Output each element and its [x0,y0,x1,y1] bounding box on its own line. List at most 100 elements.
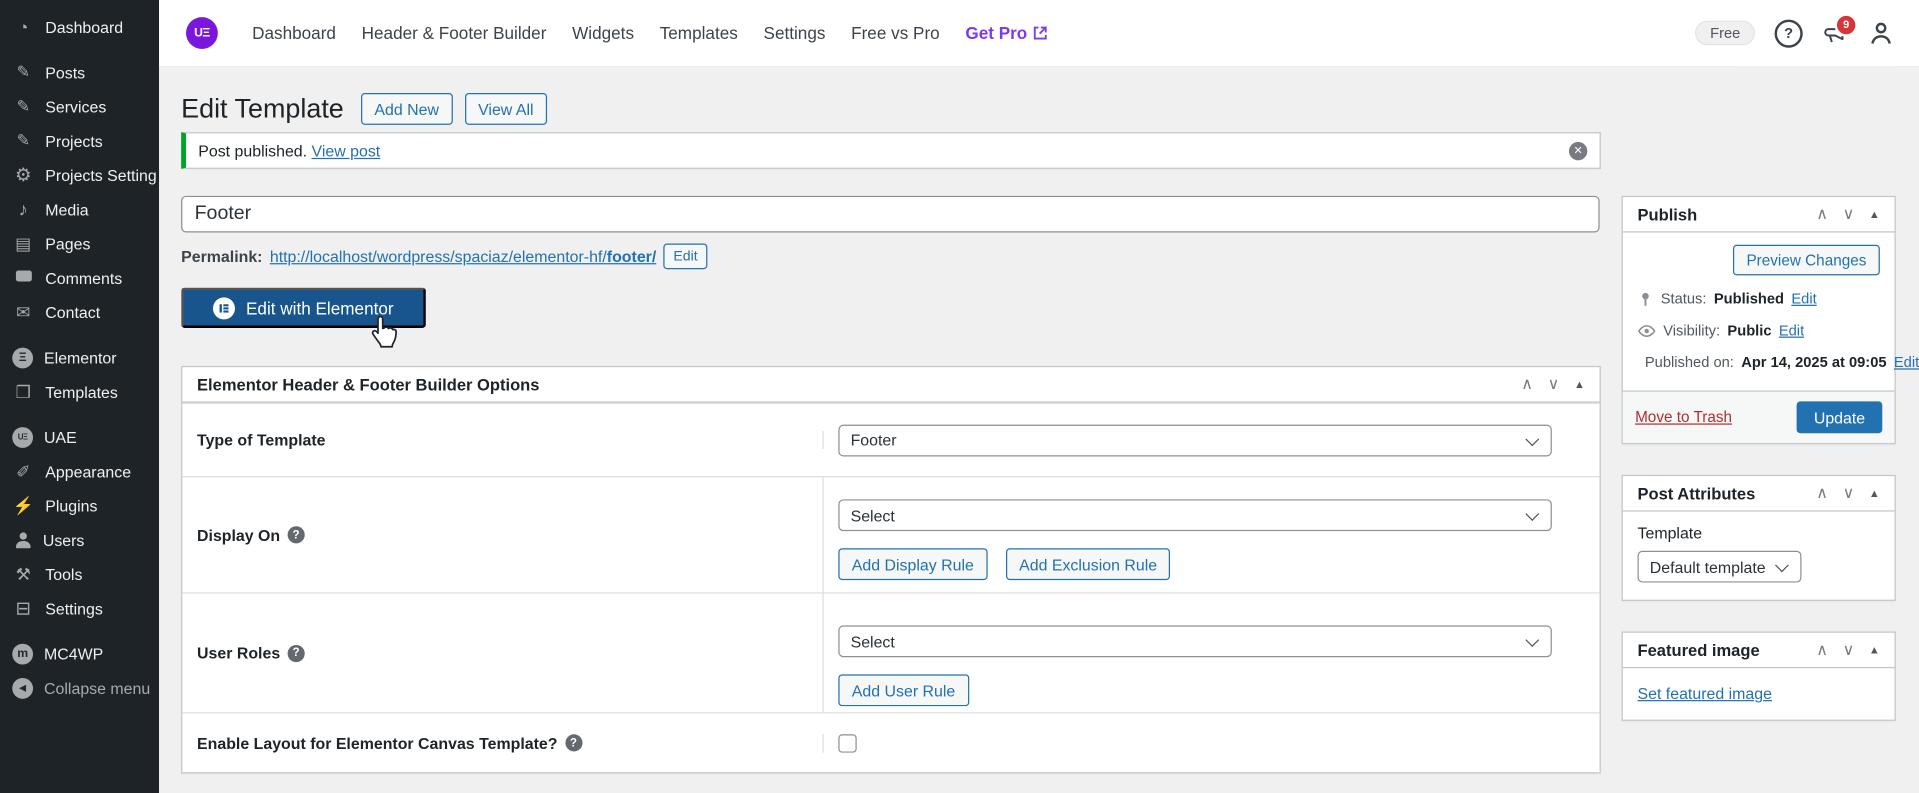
edit-with-elementor-label: Edit with Elementor [246,298,394,318]
post-published-notice: Post published. View post ✕ [181,132,1601,169]
sidebar-item-projects-setting[interactable]: Projects Setting [0,158,159,192]
sidebar-item-elementor[interactable]: Elementor [0,340,159,374]
sidebar-separator [0,44,159,55]
toggle-panel-icon[interactable] [1869,644,1880,656]
notice-text: Post published. [198,141,307,159]
sidebar-item-comments[interactable]: Comments [0,261,159,295]
topnav-header-footer-builder[interactable]: Header & Footer Builder [362,23,547,43]
sidebar-item-label: Contact [45,303,100,321]
gear-icon [12,164,34,186]
status-pin-icon [1638,291,1654,307]
toggle-panel-icon[interactable] [1574,378,1585,390]
permalink-link[interactable]: http://localhost/wordpress/spaciaz/eleme… [270,247,656,265]
sidebar-item-services[interactable]: Services [0,89,159,123]
get-pro-link[interactable]: Get Pro [965,23,1048,43]
content-area: Edit Template Add New View All Post publ… [159,66,1919,793]
preview-changes-button[interactable]: Preview Changes [1733,245,1880,276]
move-up-icon[interactable] [1816,640,1828,660]
display-on-select[interactable]: Select [838,499,1552,531]
settings-icon [12,597,34,619]
page-template-select[interactable]: Default template [1638,551,1802,583]
topnav-templates[interactable]: Templates [660,23,738,43]
add-exclusion-rule-button[interactable]: Add Exclusion Rule [1006,548,1171,580]
canvas-template-checkbox[interactable] [838,734,856,752]
move-to-trash-link[interactable]: Move to Trash [1635,409,1732,426]
canvas-template-row: Enable Layout for Elementor Canvas Templ… [182,712,1599,772]
move-down-icon[interactable] [1548,374,1560,394]
sidebar-item-templates[interactable]: Templates [0,374,159,408]
help-icon[interactable]: ? [1775,19,1803,47]
sidebar-item-settings[interactable]: Settings [0,591,159,625]
panel-title: Post Attributes [1638,484,1756,502]
sidebar-item-label: Users [43,531,85,549]
sidebar-item-label: Media [45,200,88,218]
sidebar-item-mc4wp[interactable]: MC4WP [0,636,159,670]
sidebar-item-label: Settings [45,599,103,617]
topbar-right: Free ? 9 [1695,19,1919,47]
featured-image-header[interactable]: Featured image [1623,633,1895,668]
add-display-rule-button[interactable]: Add Display Rule [838,548,987,580]
move-up-icon[interactable] [1816,204,1828,224]
edit-with-elementor-button[interactable]: Edit with Elementor [181,288,425,328]
topnav-dashboard[interactable]: Dashboard [252,23,336,43]
edit-published-link[interactable]: Edit [1894,354,1919,371]
sidebar-separator [0,625,159,636]
sidebar-item-uae[interactable]: UAE [0,420,159,454]
help-icon[interactable] [288,526,305,543]
page-header: Edit Template Add New View All [181,91,1601,128]
move-up-icon[interactable] [1521,374,1533,394]
publish-panel-header[interactable]: Publish [1623,197,1895,232]
sidebar-item-label: Services [45,97,106,115]
edit-permalink-button[interactable]: Edit [664,244,708,270]
update-button[interactable]: Update [1797,401,1883,433]
help-icon[interactable] [288,644,305,661]
edit-visibility-link[interactable]: Edit [1779,322,1804,339]
move-down-icon[interactable] [1843,483,1855,503]
toggle-panel-icon[interactable] [1869,208,1880,220]
edit-status-link[interactable]: Edit [1791,290,1816,307]
visibility-row: Visibility: Public Edit [1638,322,1880,339]
template-type-select[interactable]: Footer [838,424,1552,456]
account-icon[interactable] [1868,20,1895,47]
select-value: Default template [1650,557,1766,575]
sidebar-item-posts[interactable]: Posts [0,55,159,89]
pin-icon [12,131,34,151]
sidebar-collapse-menu[interactable]: Collapse menu [0,671,159,705]
toggle-panel-icon[interactable] [1869,487,1880,499]
sidebar-item-dashboard[interactable]: Dashboard [0,10,159,44]
view-post-link[interactable]: View post [312,141,381,159]
announcements-button[interactable]: 9 [1822,21,1848,44]
sidebar-item-contact[interactable]: Contact [0,295,159,329]
help-icon[interactable] [565,734,582,751]
topnav-widgets[interactable]: Widgets [572,23,634,43]
sidebar-item-label: Appearance [45,462,131,480]
move-up-icon[interactable] [1816,483,1828,503]
sidebar-item-users[interactable]: Users [0,523,159,557]
sidebar-item-media[interactable]: Media [0,192,159,226]
sidebar-item-pages[interactable]: Pages [0,226,159,260]
post-attributes-header[interactable]: Post Attributes [1623,476,1895,511]
sidebar-item-projects[interactable]: Projects [0,124,159,158]
view-all-button[interactable]: View All [465,93,547,125]
sidebar-item-plugins[interactable]: Plugins [0,488,159,522]
add-user-rule-button[interactable]: Add User Rule [838,674,968,706]
title-input[interactable] [181,196,1599,233]
move-down-icon[interactable] [1843,640,1855,660]
user-roles-select[interactable]: Select [838,625,1552,657]
uae-logo[interactable]: UΞ [186,17,218,49]
publishing-actions: Move to Trash Update [1623,390,1895,443]
sidebar-item-appearance[interactable]: Appearance [0,454,159,488]
sidebar-separator [0,409,159,420]
topnav-settings[interactable]: Settings [764,23,826,43]
metabox-header[interactable]: Elementor Header & Footer Builder Option… [182,367,1599,402]
admin-sidebar: Dashboard Posts Services Projects Projec… [0,0,159,793]
hf-options-metabox: Elementor Header & Footer Builder Option… [181,366,1601,774]
set-featured-image-link[interactable]: Set featured image [1638,684,1772,702]
sidebar-item-tools[interactable]: Tools [0,557,159,591]
page-title: Edit Template [181,93,344,125]
topnav-free-vs-pro[interactable]: Free vs Pro [851,23,940,43]
dashboard-icon [12,17,34,37]
move-down-icon[interactable] [1843,204,1855,224]
add-new-button[interactable]: Add New [361,93,452,125]
dismiss-notice-icon[interactable]: ✕ [1569,141,1587,159]
